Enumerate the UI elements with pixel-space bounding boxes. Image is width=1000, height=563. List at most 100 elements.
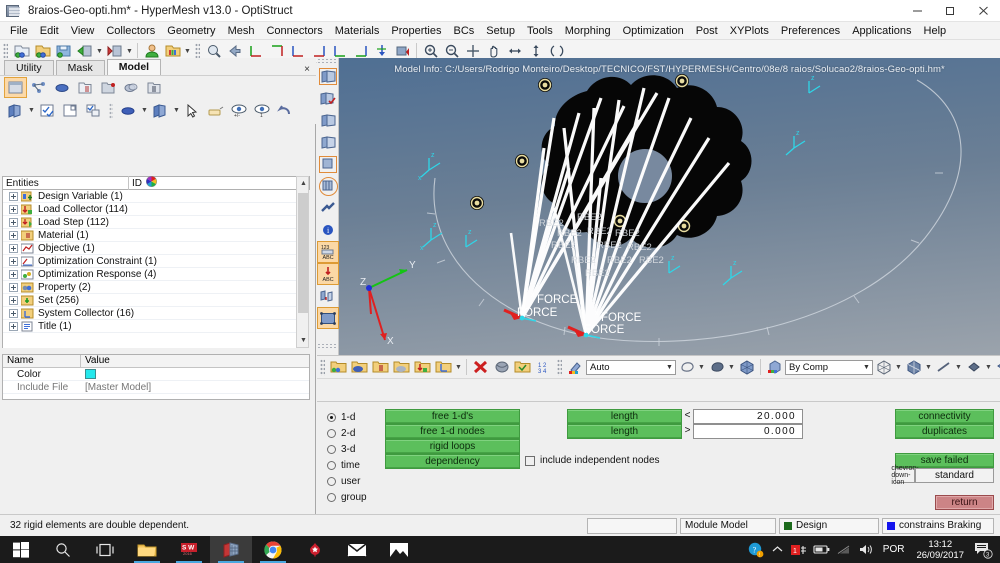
auto-color-icon[interactable]: [565, 357, 586, 378]
bycomp-combo[interactable]: By Comp ▼: [785, 359, 873, 375]
tree-row[interactable]: Objective (1): [3, 242, 297, 255]
numbers-labels-icon[interactable]: 123 ABC: [317, 241, 339, 263]
renumber-icon[interactable]: 1 23 4: [533, 357, 554, 378]
radio-group[interactable]: group: [327, 489, 397, 505]
length-min-button[interactable]: length: [567, 424, 682, 439]
photos-icon[interactable]: [378, 536, 420, 563]
cursor-select-icon[interactable]: [181, 100, 204, 121]
normals-icon[interactable]: [317, 197, 339, 219]
shrink-display-icon[interactable]: [993, 357, 1000, 378]
material-view-icon[interactable]: [73, 77, 96, 98]
expand-icon[interactable]: [9, 308, 18, 318]
vertical-toolbar-grip[interactable]: [317, 58, 338, 65]
entity-tree[interactable]: Design Variable (1) Load Collector (114)…: [2, 190, 297, 348]
assembly-view-icon[interactable]: [27, 77, 50, 98]
search-icon[interactable]: [42, 536, 84, 563]
menu-setup[interactable]: Setup: [480, 24, 521, 38]
reverse-check-icon[interactable]: [82, 100, 105, 121]
property-row-color[interactable]: Color: [3, 368, 309, 381]
expand-icon[interactable]: [9, 256, 18, 266]
status-cell-loadcollector[interactable]: constrains Braking: [882, 517, 994, 534]
isolate-icon[interactable]: [204, 100, 227, 121]
loadcollector-icon[interactable]: [412, 357, 433, 378]
radio-dot-icon[interactable]: [327, 476, 336, 486]
dependency-button[interactable]: dependency: [385, 454, 520, 469]
tree-row[interactable]: Material (1): [3, 229, 297, 242]
wireframe-dropdown-icon[interactable]: ▼: [697, 357, 706, 378]
menu-edit[interactable]: Edit: [34, 24, 65, 38]
solid-mesh-icon[interactable]: [903, 357, 924, 378]
undo-display-icon[interactable]: [273, 100, 296, 121]
include-view-icon[interactable]: [96, 77, 119, 98]
menu-applications[interactable]: Applications: [846, 24, 917, 38]
radio-dot-icon[interactable]: [327, 444, 336, 454]
property-value[interactable]: [81, 369, 96, 379]
expand-icon[interactable]: [9, 191, 18, 201]
shaded-geom-dropdown-icon[interactable]: ▼: [727, 357, 736, 378]
return-button[interactable]: return: [935, 495, 994, 510]
minimize-icon[interactable]: [901, 0, 934, 22]
checkbox-icon[interactable]: [525, 455, 535, 466]
duplicates-button[interactable]: duplicates: [895, 424, 994, 439]
shade-mode-icon[interactable]: [149, 100, 172, 121]
action-center-icon[interactable]: ? !: [745, 536, 767, 563]
radio-user[interactable]: user: [327, 473, 397, 489]
tree-row[interactable]: Design Variable (1): [3, 190, 297, 203]
group-view-icon[interactable]: [142, 77, 165, 98]
property-row-include-file[interactable]: Include File [Master Model]: [3, 381, 309, 394]
radio-dot-icon[interactable]: [327, 460, 336, 470]
property-collector-icon[interactable]: [349, 357, 370, 378]
scrollbar-thumb[interactable]: [298, 193, 308, 313]
menu-tools[interactable]: Tools: [521, 24, 559, 38]
color-by-prop-icon[interactable]: [117, 100, 140, 121]
tree-row[interactable]: Title (1): [3, 320, 297, 333]
wireframe-icon[interactable]: [676, 357, 697, 378]
include-independent-nodes-checkbox[interactable]: include independent nodes: [525, 455, 660, 466]
line-element-icon[interactable]: [933, 357, 954, 378]
geometry-view-icon[interactable]: [317, 65, 339, 87]
mask-icon[interactable]: [491, 357, 512, 378]
chevron-down-icon[interactable]: ▼: [861, 364, 872, 371]
tree-row[interactable]: Optimization Response (4): [3, 268, 297, 281]
expand-icon[interactable]: [9, 217, 18, 227]
volume-icon[interactable]: [855, 536, 877, 563]
menu-view[interactable]: View: [65, 24, 101, 38]
expand-icon[interactable]: [9, 230, 18, 240]
graphics-viewport[interactable]: Model Info: C:/Users/Rodrigo Monteiro/De…: [339, 58, 1000, 355]
solidworks-icon[interactable]: S W 2016: [168, 536, 210, 563]
tab-utility[interactable]: Utility: [4, 60, 54, 75]
solid-mesh-dropdown-icon[interactable]: ▼: [924, 357, 933, 378]
toolbar-grip-2[interactable]: [195, 42, 200, 60]
shaded-geom-icon[interactable]: [706, 357, 727, 378]
maximize-icon[interactable]: [934, 0, 967, 22]
free-1ds-button[interactable]: free 1-d's: [385, 409, 520, 424]
show-only-eye-icon[interactable]: 1: [250, 100, 273, 121]
tree-row[interactable]: Set (256): [3, 294, 297, 307]
menu-properties[interactable]: Properties: [385, 24, 447, 38]
expand-icon[interactable]: [9, 204, 18, 214]
uncheck-all-icon[interactable]: [59, 100, 82, 121]
length-min-value[interactable]: 0.000: [693, 424, 803, 439]
chrome-icon[interactable]: [252, 536, 294, 563]
battery-icon[interactable]: [811, 536, 833, 563]
expand-icon[interactable]: [9, 295, 18, 305]
shrink-elements-icon[interactable]: [317, 307, 339, 329]
shade-dropdown-icon[interactable]: ▼: [172, 100, 181, 121]
mesh-elements-icon[interactable]: [317, 109, 339, 131]
entity-toolbar-grip-2[interactable]: [557, 358, 562, 376]
display-all-icon[interactable]: [4, 100, 27, 121]
close-icon[interactable]: [967, 0, 1000, 22]
check-all-icon[interactable]: [36, 100, 59, 121]
tree-row[interactable]: System Collector (16): [3, 307, 297, 320]
menu-optimization[interactable]: Optimization: [617, 24, 690, 38]
collector-dropdown-icon[interactable]: ▼: [454, 357, 463, 378]
color-wheel-icon[interactable]: [145, 176, 157, 190]
length-max-value[interactable]: 20.000: [693, 409, 803, 424]
standard-select[interactable]: standard: [915, 468, 994, 483]
shaded-elements-icon[interactable]: [736, 357, 757, 378]
expand-icon[interactable]: [9, 243, 18, 253]
wifi-icon[interactable]: [833, 536, 855, 563]
mesh-faces-icon[interactable]: [317, 131, 339, 153]
set-collector-icon[interactable]: [391, 357, 412, 378]
mesh-check-icon[interactable]: [317, 87, 339, 109]
